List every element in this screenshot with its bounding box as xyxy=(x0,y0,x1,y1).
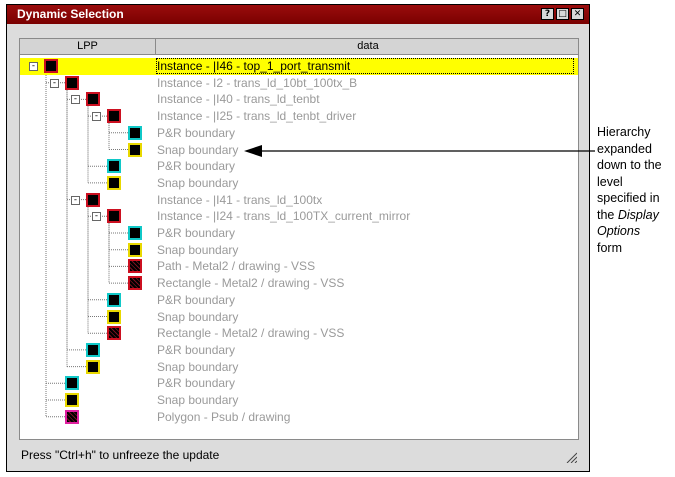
annotation-line: expanded xyxy=(597,141,652,156)
annotation-arrow xyxy=(244,145,595,157)
annotation-line: the Display xyxy=(597,207,675,224)
annotation-line: specified in xyxy=(597,191,660,205)
annotation-italic: Options xyxy=(597,224,641,238)
annotation-line: form xyxy=(597,240,622,255)
annotation-line: level xyxy=(597,174,623,189)
annotation-italic: Display xyxy=(617,207,659,222)
annotation-line: down to the xyxy=(597,158,662,172)
arrowhead-icon xyxy=(244,145,262,157)
annotation-callout: Hierarchy expanded down to the level spe… xyxy=(597,124,675,256)
annotation-line: Options xyxy=(597,223,675,240)
annotation-text: the xyxy=(597,207,618,222)
annotation-line: Hierarchy xyxy=(597,125,651,139)
